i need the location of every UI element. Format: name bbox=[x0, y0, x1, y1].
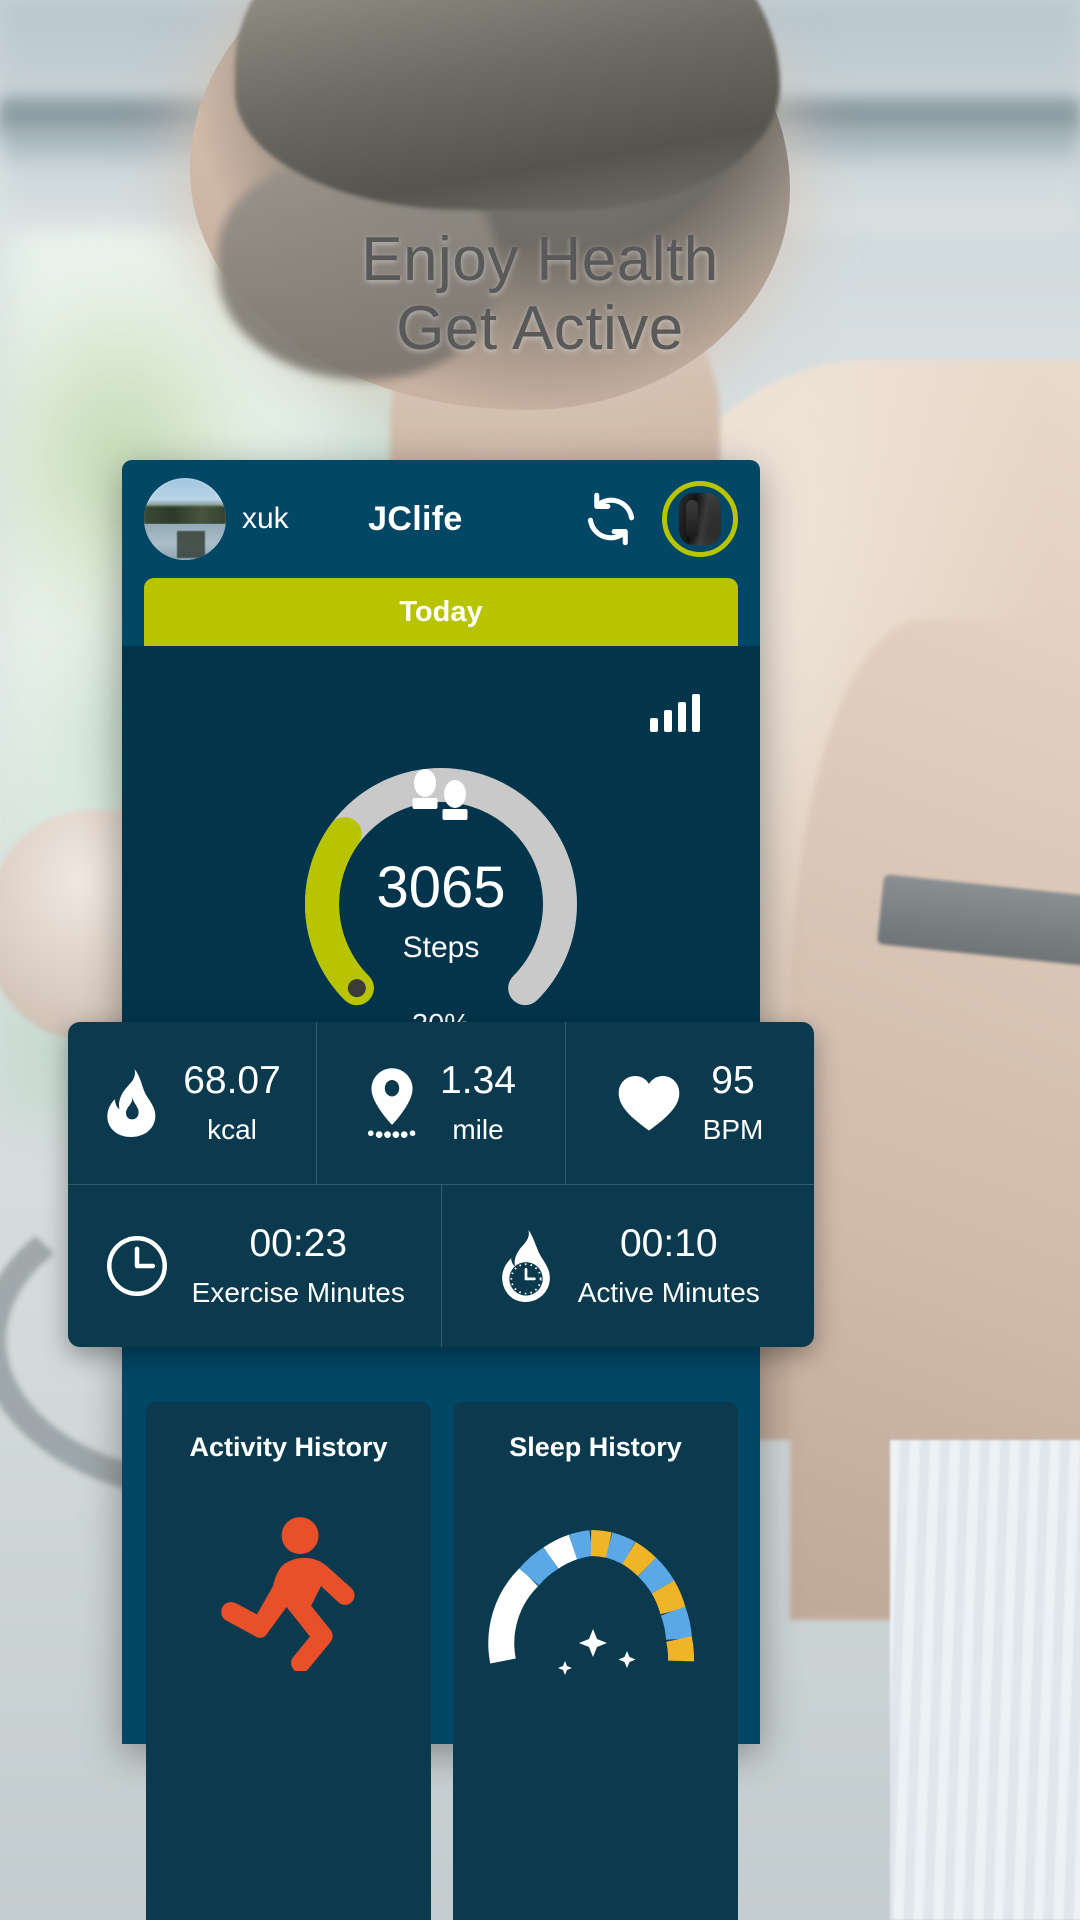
stat-calories[interactable]: 68.07 kcal bbox=[68, 1022, 316, 1184]
stat-active-unit: Active Minutes bbox=[577, 1277, 760, 1309]
tab-today-label: Today bbox=[399, 595, 483, 628]
flame-icon bbox=[103, 1069, 161, 1137]
stat-heart-rate-text: 95 BPM bbox=[702, 1058, 764, 1147]
stat-calories-unit: kcal bbox=[207, 1114, 257, 1146]
stat-exercise-text: 00:23 Exercise Minutes bbox=[191, 1221, 405, 1310]
activity-history-title: Activity History bbox=[189, 1432, 388, 1462]
sleep-history-title: Sleep History bbox=[509, 1432, 682, 1462]
stat-heart-rate[interactable]: 95 BPM bbox=[565, 1022, 814, 1184]
sleep-ring-icon bbox=[453, 1511, 738, 1701]
steps-label: Steps bbox=[402, 930, 480, 964]
stat-calories-value: 68.07 bbox=[183, 1058, 281, 1102]
app-title: JClife bbox=[368, 499, 463, 538]
stat-exercise-value: 00:23 bbox=[249, 1221, 348, 1265]
hero-line-2: Get Active bbox=[396, 294, 684, 364]
avatar-dock bbox=[176, 530, 205, 559]
stat-distance-value: 1.34 bbox=[440, 1058, 516, 1102]
avatar-trees bbox=[144, 505, 226, 524]
stats-row-primary: 68.07 kcal 1.34 mile 95 BPM bbox=[68, 1022, 814, 1184]
bar-chart-icon[interactable] bbox=[650, 694, 700, 732]
stats-row-secondary: 00:23 Exercise Minutes 00:10 Active Minu… bbox=[68, 1184, 814, 1347]
stat-calories-text: 68.07 kcal bbox=[183, 1058, 281, 1147]
app-header: xuk JClife bbox=[122, 460, 760, 578]
card-sleep-history[interactable]: Sleep History bbox=[453, 1402, 738, 1920]
stat-active-minutes[interactable]: 00:10 Active Minutes bbox=[440, 1185, 815, 1347]
stat-heart-rate-unit: BPM bbox=[702, 1114, 764, 1146]
hero-line-1: Enjoy Health bbox=[361, 225, 719, 294]
fitness-band-icon[interactable] bbox=[662, 481, 738, 557]
stat-heart-rate-value: 95 bbox=[711, 1058, 755, 1102]
history-cards: Activity History Sleep History bbox=[146, 1402, 738, 1920]
stat-distance[interactable]: 1.34 mile bbox=[316, 1022, 565, 1184]
stat-distance-text: 1.34 mile bbox=[440, 1058, 516, 1147]
stat-distance-unit: mile bbox=[452, 1114, 504, 1146]
stat-active-value: 00:10 bbox=[619, 1221, 718, 1265]
steps-value: 3065 bbox=[376, 854, 506, 920]
flame-clock-icon bbox=[496, 1230, 556, 1302]
location-pin-icon bbox=[366, 1067, 418, 1139]
daily-stats-card: 68.07 kcal 1.34 mile 95 BPM 00:23 Exerci… bbox=[68, 1022, 814, 1347]
sync-icon[interactable] bbox=[582, 490, 640, 548]
stat-active-text: 00:10 Active Minutes bbox=[577, 1221, 760, 1310]
tab-today[interactable]: Today bbox=[144, 578, 738, 646]
person-hair bbox=[235, 0, 780, 210]
band-graphic bbox=[679, 493, 721, 545]
hero-tagline: Enjoy Health Get Active bbox=[0, 225, 1080, 364]
heart-icon bbox=[617, 1074, 681, 1132]
runner-icon bbox=[146, 1511, 431, 1671]
card-activity-history[interactable]: Activity History bbox=[146, 1402, 431, 1920]
footprints-icon bbox=[406, 767, 476, 831]
clock-icon bbox=[104, 1233, 170, 1299]
stat-exercise-minutes[interactable]: 00:23 Exercise Minutes bbox=[68, 1185, 441, 1347]
header-actions bbox=[582, 481, 738, 557]
person-shorts bbox=[890, 1440, 1080, 1920]
stat-exercise-unit: Exercise Minutes bbox=[191, 1277, 405, 1309]
user-avatar[interactable] bbox=[144, 478, 226, 560]
